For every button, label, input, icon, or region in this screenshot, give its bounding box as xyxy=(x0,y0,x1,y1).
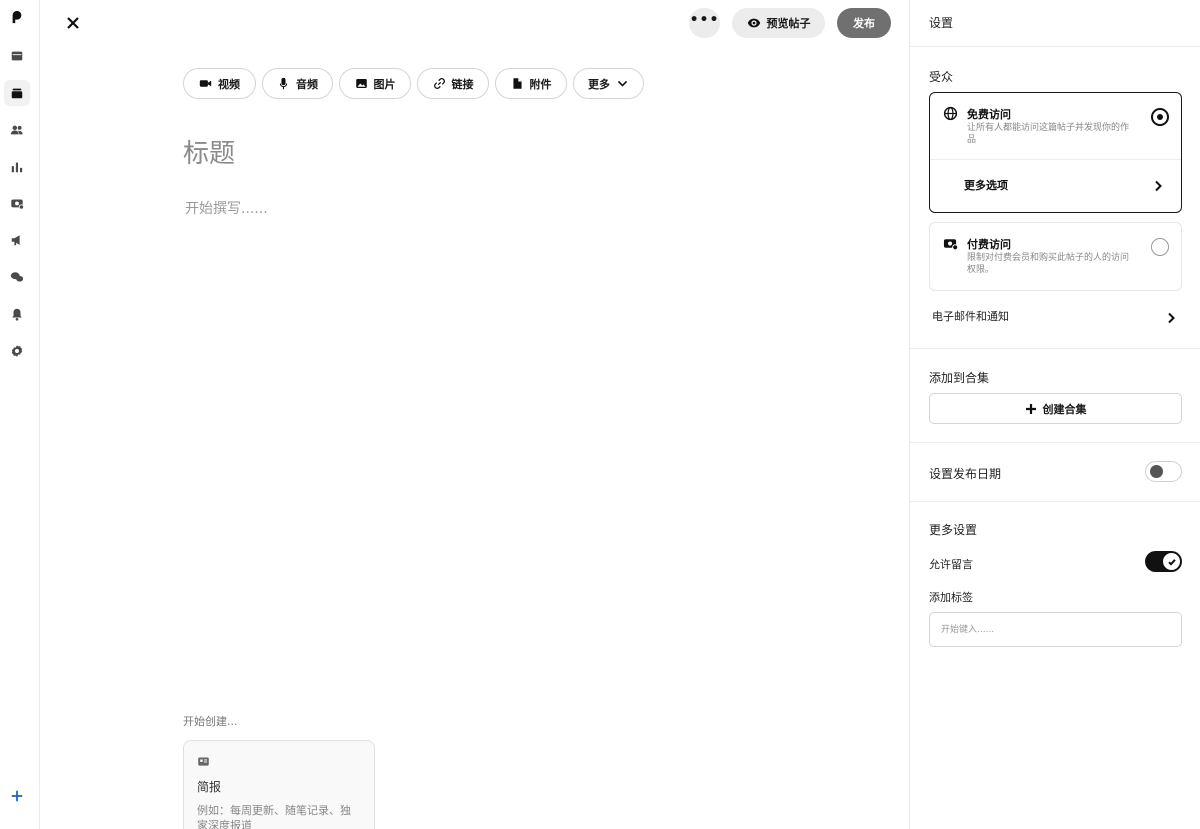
preview-post-button[interactable]: 预览帖子 xyxy=(732,8,825,38)
add-icon[interactable] xyxy=(4,783,30,809)
free-access-name: 免费访问 xyxy=(967,108,1011,121)
more-actions-label: ••• xyxy=(689,12,720,28)
logo-icon[interactable] xyxy=(4,4,30,30)
template-description: 例如：每周更新、随笔记录、独家深度报道 xyxy=(197,804,351,829)
insights-icon[interactable] xyxy=(4,154,30,180)
promotions-icon[interactable] xyxy=(4,227,30,253)
check-icon xyxy=(1167,558,1176,566)
post-editor: ••• 预览帖子 发布 视频 音频 图片 链接 附件 更多 标题 开始撰写...… xyxy=(0,0,1200,829)
attachment-label: 附件 xyxy=(529,77,552,91)
video-icon xyxy=(199,80,212,87)
link-label: 链接 xyxy=(451,77,474,91)
payouts-icon[interactable] xyxy=(4,190,30,216)
link-button[interactable]: 链接 xyxy=(417,68,489,99)
audio-label: 音频 xyxy=(296,77,318,91)
more-actions-button[interactable]: ••• xyxy=(689,8,720,38)
notifications-icon[interactable] xyxy=(4,301,30,327)
mic-icon xyxy=(279,77,288,90)
home-icon[interactable] xyxy=(4,43,30,69)
free-access-description: 让所有人都能访问这篇帖子并发现你的作品 xyxy=(967,123,1130,145)
body-input[interactable]: 开始撰写...... xyxy=(185,198,268,218)
more-button[interactable]: 更多 xyxy=(573,68,644,99)
publish-button[interactable]: 发布 xyxy=(837,8,891,38)
image-icon xyxy=(355,79,367,88)
file-icon xyxy=(512,78,522,89)
newsletter-template-card[interactable]: 简报 例如：每周更新、随笔记录、独家深度报道 xyxy=(183,740,375,829)
close-button[interactable] xyxy=(62,12,84,34)
allow-comments-label: 允许留言 xyxy=(929,558,973,571)
chevron-down-icon xyxy=(617,80,628,87)
preview-post-label: 预览帖子 xyxy=(766,17,811,30)
template-name: 简报 xyxy=(197,780,222,794)
divider xyxy=(910,348,1200,349)
toggle-knob xyxy=(1150,465,1163,478)
collection-title: 添加到合集 xyxy=(929,371,990,385)
settings-panel: 设置 受众 免费访问 让所有人都能访问这篇帖子并发现你的作品 更多选项 付费访问… xyxy=(909,0,1200,829)
plus-icon xyxy=(1025,403,1036,414)
paid-access-description: 限制对付费会员和购买此帖子的人的访问权限。 xyxy=(967,253,1130,275)
free-access-box: 免费访问 让所有人都能访问这篇帖子并发现你的作品 更多选项 xyxy=(929,92,1182,213)
attachment-button[interactable]: 附件 xyxy=(495,68,567,99)
templates-heading: 开始创建... xyxy=(183,715,238,728)
paid-icon xyxy=(943,236,959,255)
eye-icon xyxy=(747,18,760,28)
create-collection-button[interactable]: 创建合集 xyxy=(929,393,1182,424)
allow-comments-toggle[interactable] xyxy=(1145,551,1182,572)
more-settings-title: 更多设置 xyxy=(929,523,978,537)
globe-icon xyxy=(943,106,958,125)
schedule-toggle[interactable] xyxy=(1145,461,1182,482)
paid-access-name: 付费访问 xyxy=(967,238,1011,251)
posts-icon[interactable] xyxy=(4,80,30,106)
link-icon xyxy=(433,78,445,89)
settings-header: 设置 xyxy=(910,0,1200,47)
video-button[interactable]: 视频 xyxy=(183,68,256,99)
add-tags-label: 添加标签 xyxy=(929,591,973,604)
divider xyxy=(930,159,1181,160)
image-button[interactable]: 图片 xyxy=(339,68,411,99)
toggle-knob xyxy=(1163,553,1180,570)
divider xyxy=(910,442,1200,443)
settings-icon[interactable] xyxy=(4,338,30,364)
paid-access-radio[interactable] xyxy=(1151,238,1169,256)
chevron-right-icon xyxy=(1166,309,1176,328)
close-icon xyxy=(67,17,79,29)
create-collection-label: 创建合集 xyxy=(1042,402,1087,416)
newsletter-icon xyxy=(197,753,361,772)
audience-title: 受众 xyxy=(929,70,954,84)
free-access-radio[interactable] xyxy=(1151,108,1169,126)
divider xyxy=(910,501,1200,502)
chevron-right-icon xyxy=(1153,177,1163,196)
more-options-link[interactable]: 更多选项 xyxy=(964,177,1008,193)
title-input[interactable]: 标题 xyxy=(183,133,235,170)
chats-icon[interactable] xyxy=(4,264,30,290)
members-icon[interactable] xyxy=(4,117,30,143)
schedule-label: 设置发布日期 xyxy=(929,467,1002,481)
more-label: 更多 xyxy=(588,77,610,91)
video-label: 视频 xyxy=(218,77,240,91)
email-notifications-link[interactable]: 电子邮件和通知 xyxy=(932,308,1009,324)
image-label: 图片 xyxy=(373,77,396,91)
paid-access-box: 付费访问 限制对付费会员和购买此帖子的人的访问权限。 xyxy=(929,222,1182,291)
tags-input[interactable] xyxy=(929,612,1182,647)
nav-rail xyxy=(0,0,40,829)
audio-button[interactable]: 音频 xyxy=(262,68,333,99)
